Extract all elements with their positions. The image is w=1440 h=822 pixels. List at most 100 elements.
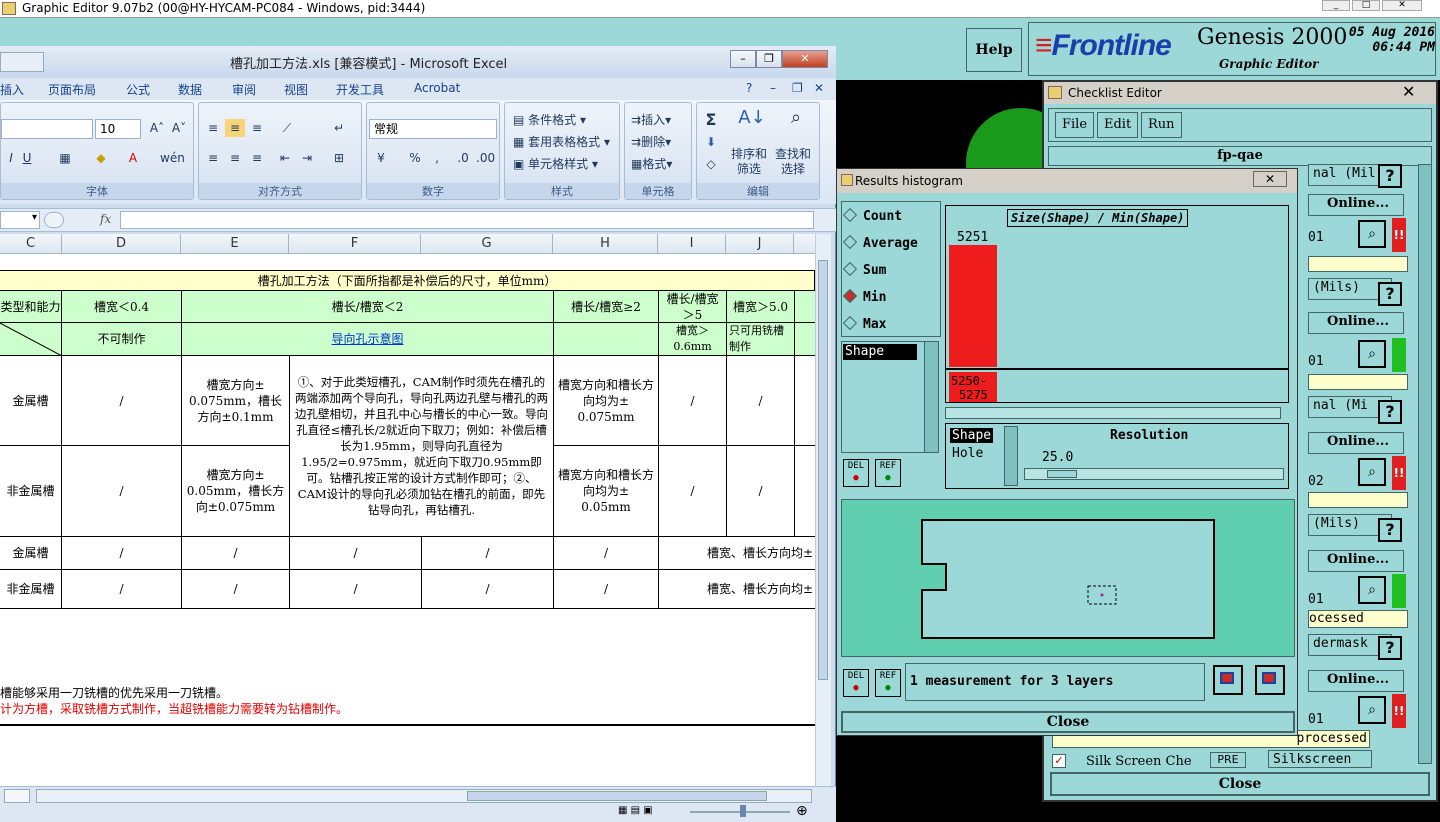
table-cell[interactable]: /	[289, 569, 422, 609]
ribbon-close-icon[interactable]: ✕	[814, 81, 824, 95]
export-icon[interactable]	[1213, 665, 1243, 695]
grow-font-icon[interactable]: A˄	[147, 119, 167, 137]
menu-edit[interactable]: Edit	[1097, 112, 1139, 138]
increase-decimal-icon[interactable]: .0	[453, 149, 473, 167]
del-button[interactable]: DEL ●	[843, 459, 869, 487]
column-header[interactable]: E	[181, 234, 289, 254]
column-header[interactable]: D	[62, 234, 181, 254]
zoom-result-icon[interactable]: ⌕	[1358, 458, 1386, 486]
comma-icon[interactable]: ,	[427, 149, 447, 167]
table-cell[interactable]: /	[61, 536, 182, 570]
hscroll-thumb[interactable]	[467, 791, 767, 801]
zoom-in-icon[interactable]: ⊕	[796, 803, 808, 819]
list-scrollbar[interactable]	[924, 342, 938, 452]
tab-page-layout[interactable]: 页面布局	[48, 81, 96, 98]
delete-cells-button[interactable]: ⇉删除▾	[631, 133, 671, 150]
merge-center-icon[interactable]: ⊞	[329, 149, 349, 167]
sheet-nav-icon[interactable]	[4, 789, 30, 803]
align-middle-icon[interactable]: ≡	[225, 119, 245, 137]
row-checkbox[interactable]: ✓	[1052, 754, 1066, 768]
sort-filter-button[interactable]: 排序和 筛选	[731, 147, 767, 177]
ribbon-restore-icon[interactable]: ❐	[792, 81, 803, 95]
type-shape[interactable]: Shape	[950, 428, 994, 443]
type-hole[interactable]: Hole	[952, 446, 983, 461]
info-button[interactable]: ?	[1378, 400, 1402, 424]
align-top-icon[interactable]: ≡	[203, 119, 223, 137]
underline-icon[interactable]: U	[17, 149, 37, 167]
align-right-icon[interactable]: ≡	[247, 149, 267, 167]
minimize-button[interactable]: _	[1322, 0, 1350, 11]
tolerance-cell[interactable]: 槽宽方向和槽长方向均为± 0.05mm	[553, 445, 659, 537]
column-header[interactable]: F	[289, 234, 421, 254]
guide-hole-link-cell[interactable]: 导向孔示意图	[181, 322, 554, 356]
align-center-icon[interactable]: ≡	[225, 149, 245, 167]
wrap-text-icon[interactable]: ↵	[329, 119, 349, 137]
percent-icon[interactable]: %	[405, 149, 425, 167]
fill-icon[interactable]: ⬇	[701, 133, 721, 151]
quick-access-toolbar[interactable]	[0, 52, 44, 72]
online-button[interactable]: Online...	[1308, 312, 1404, 334]
header-d-cell[interactable]: 槽宽＜0.4	[61, 290, 182, 323]
guide-hole-link[interactable]: 导向孔示意图	[331, 331, 403, 347]
border-icon[interactable]: ▦	[55, 149, 75, 167]
note-line-1[interactable]: 槽能够采用一刀铣槽的优先采用一刀铣槽。	[0, 684, 228, 701]
check-name[interactable]: Silk Screen Che	[1086, 754, 1192, 769]
decrease-decimal-icon[interactable]: .00	[475, 149, 495, 167]
format-as-table-button[interactable]: ▦ 套用表格格式 ▾	[513, 133, 610, 150]
ribbon-minimize-icon[interactable]: –	[770, 81, 776, 95]
column-header[interactable]: C	[0, 234, 62, 254]
scroll-thumb[interactable]	[818, 260, 828, 680]
zoom-result-icon[interactable]: ⌕	[1358, 340, 1386, 368]
histogram-hscroll[interactable]	[945, 407, 1281, 419]
column-header[interactable]: I	[658, 234, 726, 254]
expand-name-box-button[interactable]	[44, 212, 64, 228]
orientation-icon[interactable]: ⟋	[277, 119, 297, 137]
online-button[interactable]: Online...	[1308, 432, 1404, 454]
column-header[interactable]: J	[726, 234, 794, 254]
table-cell[interactable]: /	[181, 569, 290, 609]
header-type-cell[interactable]: 类型和能力	[0, 290, 62, 323]
histogram-close-button[interactable]: Close	[841, 711, 1295, 733]
diagonal-cell[interactable]	[0, 322, 62, 356]
ref-button[interactable]: REF ●	[875, 459, 901, 487]
formula-input[interactable]	[120, 211, 814, 229]
resolution-slider[interactable]	[1024, 468, 1284, 480]
online-button[interactable]: Online...	[1308, 194, 1404, 216]
table-cell[interactable]: /	[181, 536, 290, 570]
mode-min[interactable]: Min	[842, 288, 886, 305]
tab-review[interactable]: 审阅	[232, 81, 256, 98]
sheet-title-cell[interactable]: 槽孔加工方法（下面所指都是补偿后的尺寸，单位mm）	[0, 270, 815, 291]
tab-view[interactable]: 视图	[284, 81, 308, 98]
menu-run[interactable]: Run	[1141, 112, 1182, 138]
table-cell[interactable]	[794, 445, 815, 537]
align-bottom-icon[interactable]: ≡	[247, 119, 267, 137]
table-cell[interactable]: /	[726, 355, 795, 446]
tolerance-cell[interactable]: 槽宽方向和槽长方向均为± 0.075mm	[553, 355, 659, 446]
info-button[interactable]: ?	[1378, 518, 1402, 542]
table-cell[interactable]: /	[421, 536, 554, 570]
mode-average[interactable]: Average	[842, 234, 918, 251]
online-button[interactable]: Online...	[1308, 550, 1404, 572]
fill-color-icon[interactable]: ◆	[91, 149, 111, 167]
header-i2-cell[interactable]: 槽宽＞ 0.6mm	[658, 322, 727, 356]
ref-button[interactable]: REF ●	[875, 669, 901, 697]
histogram-bar[interactable]	[949, 245, 997, 367]
mode-count[interactable]: Count	[842, 207, 902, 224]
nonmetal-slot-cell[interactable]: 非金属槽	[0, 569, 62, 609]
online-button[interactable]: Online...	[1308, 670, 1404, 692]
zoom-result-icon[interactable]: ⌕	[1358, 220, 1386, 248]
header-j2-cell[interactable]: 只可用铣槽制作	[726, 322, 795, 356]
zoom-result-icon[interactable]: ⌕	[1358, 576, 1386, 604]
table-cell[interactable]	[794, 355, 815, 446]
table-cell[interactable]: /	[553, 536, 659, 570]
find-select-icon[interactable]: ⌕	[779, 109, 813, 139]
insert-function-icon[interactable]: fx	[100, 212, 111, 226]
guide-hole-description-cell[interactable]: ①、对于此类短槽孔，CAM制作时须先在槽孔的两端添加两个导向孔，导向孔两边孔壁与…	[289, 355, 554, 537]
table-cell[interactable]	[794, 290, 815, 323]
help-button[interactable]: Help	[966, 28, 1022, 72]
maximize-button[interactable]: □	[1352, 0, 1380, 11]
metal-slot-cell[interactable]: 金属槽	[0, 355, 62, 446]
tab-data[interactable]: 数据	[178, 81, 202, 98]
table-cell[interactable]: /	[726, 445, 795, 537]
mode-sum[interactable]: Sum	[842, 261, 886, 278]
